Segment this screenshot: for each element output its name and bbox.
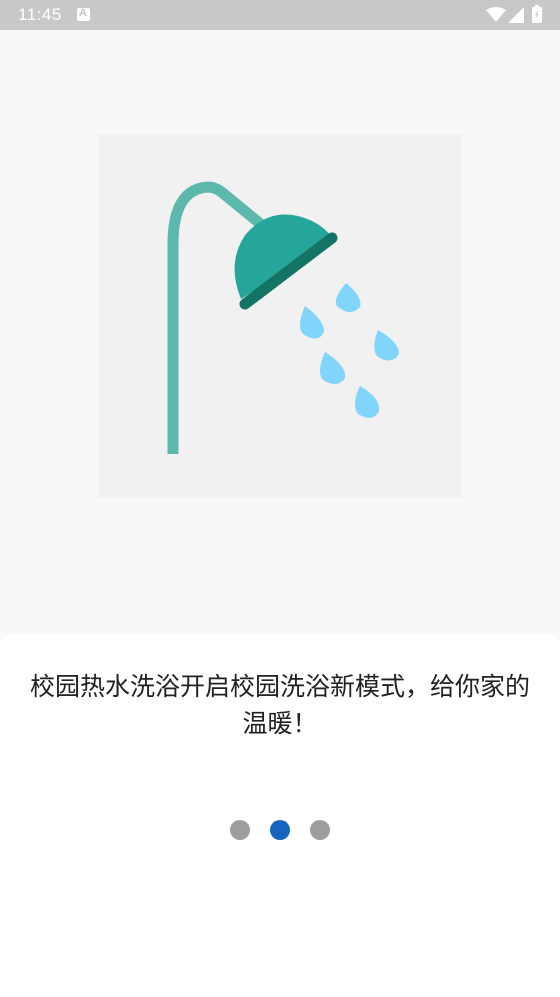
page-indicator [0, 820, 560, 840]
accessibility-notification-icon [77, 7, 90, 21]
battery-icon [532, 5, 542, 23]
shower-illustration [98, 134, 462, 498]
slogan-text: 校园热水洗浴开启校园洗浴新模式，给你家的温暖！ [29, 672, 530, 738]
status-bar: 11:45 [0, 0, 560, 30]
page-dot-2-active[interactable] [270, 820, 290, 840]
wifi-icon [486, 7, 506, 22]
page-dot-1[interactable] [230, 820, 250, 840]
shower-icon [167, 181, 399, 454]
status-time: 11:45 [18, 5, 62, 24]
cellular-signal-icon [508, 7, 524, 23]
onboarding-card: 校园热水洗浴开启校园洗浴新模式，给你家的温暖！ [0, 634, 560, 997]
page-dot-3[interactable] [310, 820, 330, 840]
